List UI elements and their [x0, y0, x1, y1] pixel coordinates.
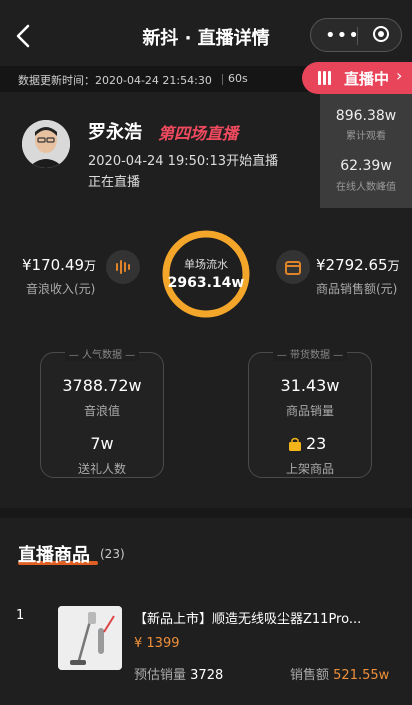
total-views-label: 累计观看 [346, 131, 386, 142]
listed-goods-label: 上架商品 [285, 462, 334, 476]
total-views-value: 896.38w [335, 108, 397, 124]
soundwave-icon [106, 250, 140, 284]
section-title: 直播商品 [18, 545, 90, 566]
stream-tagline: 第四场直播 [158, 124, 239, 143]
peak-online-value: 62.39w [340, 158, 392, 174]
product-image[interactable] [58, 606, 122, 670]
update-time: 数据更新时间：2020-04-24 21:54:30 [18, 74, 212, 87]
anchor-name: 罗永浩 [88, 122, 142, 143]
shop-icon [276, 250, 310, 284]
live-status-text: 正在直播 [88, 175, 141, 190]
goods-sales-label: 商品销售额(元) [316, 282, 398, 296]
product-sales-amount: 销售额 521.55w [290, 668, 390, 683]
sound-label: 音浪值 [83, 404, 120, 418]
sound-income-label: 音浪收入(元) [26, 282, 96, 296]
bars-icon [318, 71, 332, 85]
product-estimated-sales: 预估销量 3728 [134, 668, 224, 683]
live-label: 直播中 [344, 70, 390, 88]
update-divider [222, 74, 223, 85]
more-dots-icon[interactable]: ••• [325, 25, 360, 46]
update-interval: 60s [228, 72, 248, 85]
goods-sales-count: 31.43w [280, 376, 340, 395]
chevron-right-icon: › [396, 66, 403, 85]
close-target-icon[interactable] [373, 26, 389, 42]
sound-value: 3788.72w [62, 376, 142, 395]
avatar[interactable] [22, 120, 70, 168]
peak-online-label: 在线人数峰值 [336, 182, 396, 193]
sound-income-value: ¥170.49万 [22, 256, 97, 274]
goods-sales-count-label: 商品销量 [285, 404, 334, 418]
shopping-bag-icon [288, 436, 302, 451]
goods-sales-value: ¥2792.65万 [316, 256, 400, 274]
flow-label: 单场流水 [184, 258, 228, 271]
goods-title: — 带货数据 — [248, 346, 372, 361]
flow-ring [162, 230, 250, 318]
section-count: (23) [100, 547, 125, 561]
capsule-divider [357, 27, 358, 45]
product-price: ¥ 1399 [134, 636, 180, 651]
gifters-label: 送礼人数 [77, 462, 126, 476]
product-index: 1 [16, 608, 25, 623]
flow-value: 2963.14w [167, 275, 245, 291]
product-title[interactable]: 【新品上市】顺造无线吸尘器Z11Pro... [134, 608, 404, 627]
section-divider [0, 508, 412, 518]
gifters-value: 7w [90, 434, 114, 453]
start-time: 2020-04-24 19:50:13开始直播 [88, 154, 279, 169]
listed-goods-value: 23 [306, 434, 327, 453]
popularity-title: — 人气数据 — [40, 346, 164, 361]
mini-program-capsule: ••• [310, 18, 402, 52]
